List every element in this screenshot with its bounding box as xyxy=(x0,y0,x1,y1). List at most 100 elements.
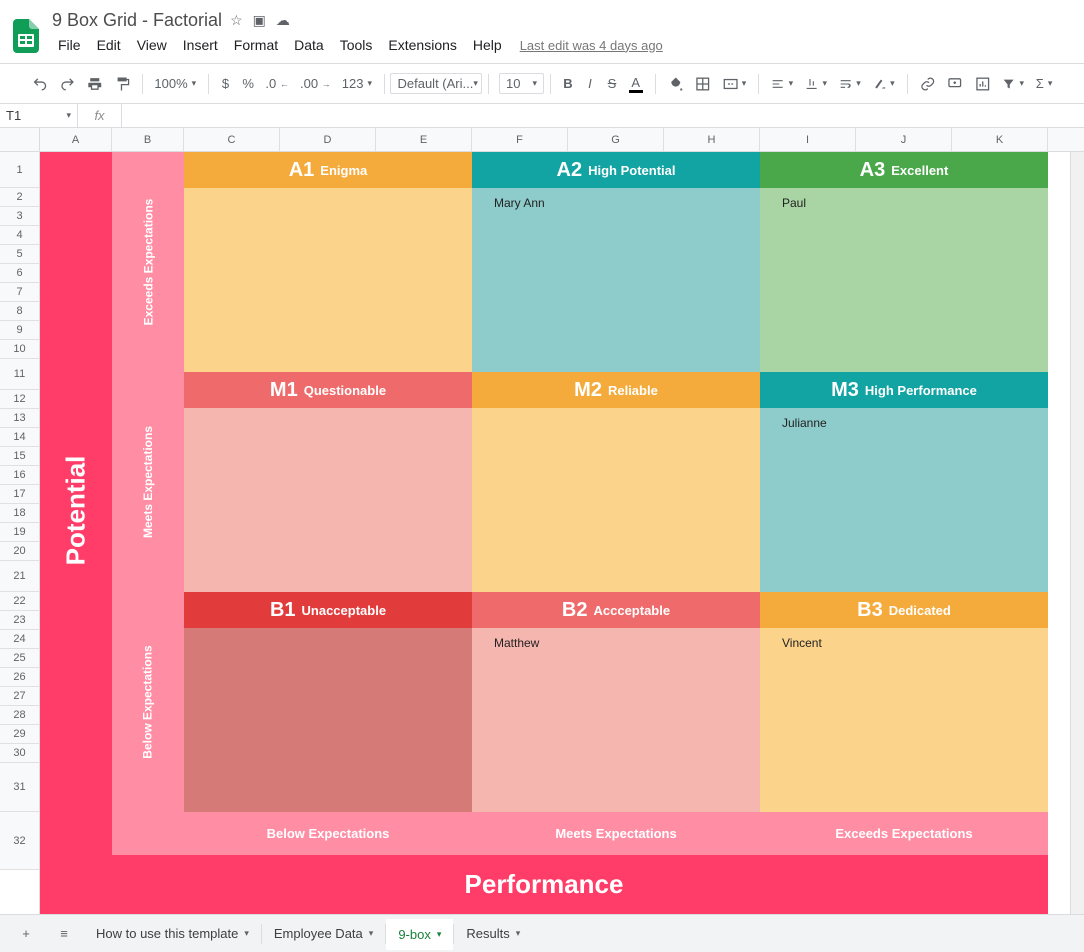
row-header-12[interactable]: 12 xyxy=(0,390,39,409)
last-edit-link[interactable]: Last edit was 4 days ago xyxy=(520,38,663,53)
italic-button[interactable]: I xyxy=(579,72,601,95)
text-rotation-button[interactable] xyxy=(867,73,901,95)
font-size-dropdown[interactable]: 10▾ xyxy=(499,73,544,94)
bold-button[interactable]: B xyxy=(557,72,579,95)
menu-help[interactable]: Help xyxy=(467,35,508,55)
box-body-A3[interactable]: Paul xyxy=(760,188,1048,372)
horizontal-align-button[interactable] xyxy=(765,73,799,95)
row-header-22[interactable]: 22 xyxy=(0,592,39,611)
vertical-align-button[interactable] xyxy=(799,73,833,95)
fill-color-button[interactable] xyxy=(662,72,690,96)
box-body-B1[interactable] xyxy=(184,628,472,812)
row-header-28[interactable]: 28 xyxy=(0,706,39,725)
sheet-tab[interactable]: 9-box▾ xyxy=(386,919,453,949)
row-header-21[interactable]: 21 xyxy=(0,561,39,592)
box-B1[interactable]: B1 Unacceptable xyxy=(184,592,472,812)
col-header-D[interactable]: D xyxy=(280,128,376,151)
row-header-9[interactable]: 9 xyxy=(0,321,39,340)
box-A2[interactable]: A2 High PotentialMary Ann xyxy=(472,152,760,372)
row-header-31[interactable]: 31 xyxy=(0,763,39,812)
col-header-K[interactable]: K xyxy=(952,128,1048,151)
star-icon[interactable]: ☆ xyxy=(230,12,243,29)
format-percent-button[interactable]: % xyxy=(237,72,260,95)
row-header-26[interactable]: 26 xyxy=(0,668,39,687)
text-wrap-button[interactable] xyxy=(833,73,867,95)
row-header-14[interactable]: 14 xyxy=(0,428,39,447)
row-header-20[interactable]: 20 xyxy=(0,542,39,561)
strikethrough-button[interactable]: S xyxy=(601,72,623,95)
col-header-J[interactable]: J xyxy=(856,128,952,151)
vertical-scrollbar[interactable] xyxy=(1070,152,1084,928)
insert-comment-button[interactable] xyxy=(941,72,969,96)
row-header-25[interactable]: 25 xyxy=(0,649,39,668)
box-M2[interactable]: M2 Reliable xyxy=(472,372,760,592)
insert-link-button[interactable] xyxy=(914,72,942,96)
box-body-B3[interactable]: Vincent xyxy=(760,628,1048,812)
box-body-M1[interactable] xyxy=(184,408,472,592)
col-header-C[interactable]: C xyxy=(184,128,280,151)
sheet-tab[interactable]: Results▾ xyxy=(454,919,532,949)
box-M3[interactable]: M3 High PerformanceJulianne xyxy=(760,372,1048,592)
row-header-3[interactable]: 3 xyxy=(0,207,39,226)
row-header-2[interactable]: 2 xyxy=(0,188,39,207)
menu-view[interactable]: View xyxy=(131,35,173,55)
box-A1[interactable]: A1 Enigma xyxy=(184,152,472,372)
box-M1[interactable]: M1 Questionable xyxy=(184,372,472,592)
sheet-tab[interactable]: How to use this template▾ xyxy=(84,919,261,949)
redo-button[interactable] xyxy=(54,72,82,96)
col-header-B[interactable]: B xyxy=(112,128,184,151)
box-body-M2[interactable] xyxy=(472,408,760,592)
filter-button[interactable] xyxy=(996,73,1030,95)
text-color-button[interactable]: A xyxy=(623,71,649,97)
row-header-10[interactable]: 10 xyxy=(0,340,39,359)
select-all-corner[interactable] xyxy=(0,128,39,152)
sheet-tab[interactable]: Employee Data▾ xyxy=(262,919,385,949)
box-B3[interactable]: B3 DedicatedVincent xyxy=(760,592,1048,812)
col-header-H[interactable]: H xyxy=(664,128,760,151)
functions-button[interactable]: Σ xyxy=(1030,72,1058,95)
box-B2[interactable]: B2 AccceptableMatthew xyxy=(472,592,760,812)
zoom-dropdown[interactable]: 100% xyxy=(149,72,202,95)
merge-cells-button[interactable] xyxy=(717,74,753,94)
undo-button[interactable] xyxy=(26,72,54,96)
box-body-M3[interactable]: Julianne xyxy=(760,408,1048,592)
box-body-A1[interactable] xyxy=(184,188,472,372)
decrease-decimal-button[interactable]: .0 ← xyxy=(260,72,295,95)
row-header-6[interactable]: 6 xyxy=(0,264,39,283)
menu-file[interactable]: File xyxy=(52,35,87,55)
row-header-5[interactable]: 5 xyxy=(0,245,39,264)
col-header-E[interactable]: E xyxy=(376,128,472,151)
row-header-19[interactable]: 19 xyxy=(0,523,39,542)
row-header-13[interactable]: 13 xyxy=(0,409,39,428)
menu-format[interactable]: Format xyxy=(228,35,284,55)
move-icon[interactable]: ▣ xyxy=(253,12,266,29)
more-formats-dropdown[interactable]: 123 xyxy=(336,72,377,95)
box-A3[interactable]: A3 ExcellentPaul xyxy=(760,152,1048,372)
box-body-B2[interactable]: Matthew xyxy=(472,628,760,812)
paint-format-button[interactable] xyxy=(109,72,137,96)
row-header-1[interactable]: 1 xyxy=(0,152,39,188)
row-header-17[interactable]: 17 xyxy=(0,485,39,504)
row-header-23[interactable]: 23 xyxy=(0,611,39,630)
row-header-24[interactable]: 24 xyxy=(0,630,39,649)
row-header-18[interactable]: 18 xyxy=(0,504,39,523)
row-header-4[interactable]: 4 xyxy=(0,226,39,245)
box-body-A2[interactable]: Mary Ann xyxy=(472,188,760,372)
row-header-7[interactable]: 7 xyxy=(0,283,39,302)
row-header-16[interactable]: 16 xyxy=(0,466,39,485)
formula-bar[interactable] xyxy=(122,104,1084,127)
menu-extensions[interactable]: Extensions xyxy=(382,35,462,55)
row-header-27[interactable]: 27 xyxy=(0,687,39,706)
sheets-logo-icon[interactable] xyxy=(10,20,42,52)
row-header-32[interactable]: 32 xyxy=(0,812,39,870)
menu-tools[interactable]: Tools xyxy=(334,35,379,55)
row-header-29[interactable]: 29 xyxy=(0,725,39,744)
col-header-F[interactable]: F xyxy=(472,128,568,151)
col-header-A[interactable]: A xyxy=(40,128,112,151)
menu-edit[interactable]: Edit xyxy=(91,35,127,55)
col-header-G[interactable]: G xyxy=(568,128,664,151)
row-header-30[interactable]: 30 xyxy=(0,744,39,763)
borders-button[interactable] xyxy=(689,72,717,96)
name-box[interactable]: T1▾ xyxy=(0,104,78,127)
all-sheets-button[interactable]: ≡ xyxy=(46,919,82,949)
